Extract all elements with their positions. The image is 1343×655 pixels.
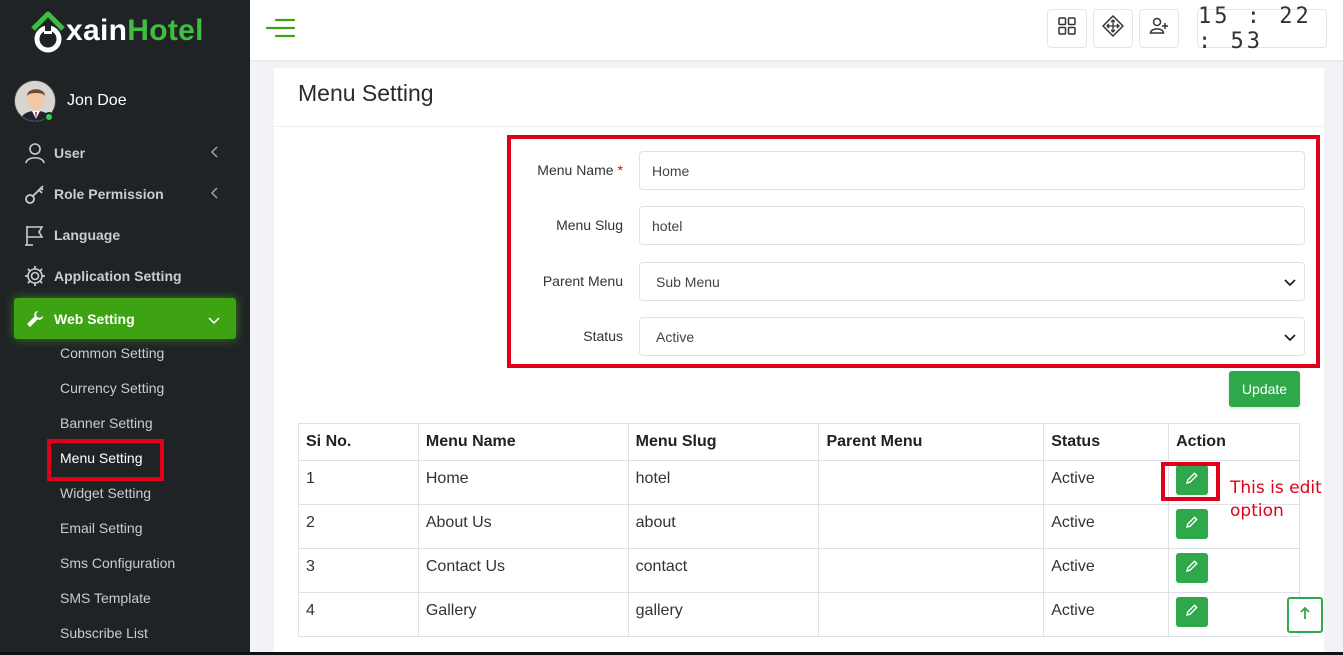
house-logo-icon: [30, 9, 66, 53]
submenu-item-banner-setting[interactable]: Banner Setting: [60, 406, 240, 441]
user-name: Jon Doe: [67, 92, 127, 109]
hamburger-menu-icon[interactable]: [265, 17, 296, 39]
annotation-line: This is edit: [1230, 478, 1322, 498]
edit-button[interactable]: [1176, 597, 1209, 627]
column-header: Si No.: [298, 423, 419, 461]
cell-si-no: 1: [298, 460, 419, 505]
cell-parent-menu: [818, 460, 1045, 505]
cell-menu-name: Gallery: [417, 592, 629, 637]
edit-option-annotation: This is edit option: [1230, 477, 1322, 523]
submenu-item-sms-configuration[interactable]: Sms Configuration: [60, 546, 240, 581]
table-header-row: Si No. Menu Name Menu Slug Parent Menu S…: [298, 423, 1300, 461]
flag-icon: [24, 224, 46, 246]
key-icon: [24, 183, 46, 205]
submenu-item-email-setting[interactable]: Email Setting: [60, 511, 240, 546]
app-logo[interactable]: xainHotel: [30, 6, 204, 56]
grid-icon: [1057, 16, 1077, 41]
table-row: 4 Gallery gallery Active: [298, 592, 1300, 637]
cell-si-no: 4: [298, 592, 419, 637]
sidebar-nav: User Role Permission Language Applicatio…: [14, 132, 236, 339]
cell-menu-slug: contact: [627, 548, 820, 593]
user-profile[interactable]: Jon Doe: [14, 80, 127, 122]
update-button[interactable]: Update: [1229, 371, 1300, 407]
submenu-item-currency-setting[interactable]: Currency Setting: [60, 371, 240, 406]
fullscreen-button[interactable]: [1093, 9, 1133, 48]
sidebar-item-user[interactable]: User: [14, 132, 236, 173]
cell-menu-name: Home: [417, 460, 629, 505]
table-row: 2 About Us about Active: [298, 504, 1300, 549]
menu-setting-card: Menu Setting Menu Name * Home Menu Slug h…: [274, 68, 1324, 655]
sidebar-item-web-setting[interactable]: Web Setting: [14, 298, 236, 339]
top-bar: 15 : 22 : 53: [250, 0, 1343, 60]
table-row: 3 Contact Us contact Active: [298, 548, 1300, 593]
cell-menu-slug: gallery: [627, 592, 820, 637]
sidebar-item-label: Language: [54, 226, 121, 243]
cell-menu-slug: hotel: [627, 460, 820, 505]
web-setting-submenu: Common Setting Currency Setting Banner S…: [60, 336, 240, 651]
online-status-dot: [44, 112, 54, 122]
chevron-left-icon: [210, 186, 220, 202]
sidebar-item-label: Web Setting: [54, 310, 135, 327]
sidebar: xainHotel Jon Doe User Role Permission L…: [0, 0, 250, 655]
cell-parent-menu: [818, 548, 1045, 593]
cell-status: Active: [1043, 592, 1170, 637]
cell-menu-name: About Us: [417, 504, 629, 549]
page-title: Menu Setting: [298, 80, 434, 106]
menu-setting-highlight-box: [47, 439, 164, 481]
cell-parent-menu: [818, 592, 1045, 637]
sidebar-item-application-setting[interactable]: Application Setting: [14, 255, 236, 296]
arrow-up-icon: [1299, 606, 1311, 625]
user-icon: [24, 142, 46, 164]
cell-action: [1168, 548, 1300, 593]
digital-clock: 15 : 22 : 53: [1197, 4, 1327, 54]
cell-parent-menu: [818, 504, 1045, 549]
sidebar-item-label: Role Permission: [54, 185, 164, 202]
edit-button[interactable]: [1176, 509, 1209, 539]
column-header: Status: [1043, 423, 1170, 461]
chevron-down-icon: [208, 313, 220, 329]
submenu-item-widget-setting[interactable]: Widget Setting: [60, 476, 240, 511]
card-divider: [274, 126, 1324, 127]
cell-menu-name: Contact Us: [417, 548, 629, 593]
sidebar-item-label: User: [54, 144, 86, 161]
cell-menu-slug: about: [627, 504, 820, 549]
scroll-to-top-button[interactable]: [1287, 597, 1323, 633]
table-row: 1 Home hotel Active: [298, 460, 1300, 505]
column-header: Action: [1168, 423, 1300, 461]
menu-table: Si No. Menu Name Menu Slug Parent Menu S…: [298, 423, 1300, 637]
sidebar-item-label: Application Setting: [54, 267, 182, 284]
form-highlight-box: [507, 135, 1320, 368]
wrench-icon: [24, 308, 46, 330]
column-header: Parent Menu: [818, 423, 1045, 461]
sidebar-item-role-permission[interactable]: Role Permission: [14, 173, 236, 214]
move-arrows-icon: [1101, 14, 1125, 42]
cell-si-no: 3: [298, 548, 419, 593]
chevron-left-icon: [210, 145, 220, 161]
cell-action: [1168, 592, 1300, 637]
submenu-item-common-setting[interactable]: Common Setting: [60, 336, 240, 371]
column-header: Menu Slug: [627, 423, 820, 461]
edit-button[interactable]: [1176, 553, 1209, 583]
submenu-item-subscribe-list[interactable]: Subscribe List: [60, 616, 240, 651]
edit-button-highlight-box: [1161, 462, 1220, 501]
cell-status: Active: [1043, 504, 1170, 549]
add-user-button[interactable]: [1139, 9, 1179, 48]
apps-grid-button[interactable]: [1047, 9, 1087, 48]
cell-status: Active: [1043, 460, 1170, 505]
pencil-icon: [1186, 559, 1198, 577]
logo-wordmark: xainHotel: [66, 14, 204, 47]
add-user-icon: [1149, 16, 1169, 41]
sidebar-item-language[interactable]: Language: [14, 214, 236, 255]
cell-status: Active: [1043, 548, 1170, 593]
pencil-icon: [1186, 515, 1198, 533]
pencil-icon: [1186, 603, 1198, 621]
annotation-line: option: [1230, 501, 1284, 521]
cell-si-no: 2: [298, 504, 419, 549]
column-header: Menu Name: [417, 423, 629, 461]
gear-icon: [24, 265, 46, 287]
submenu-item-sms-template[interactable]: SMS Template: [60, 581, 240, 616]
